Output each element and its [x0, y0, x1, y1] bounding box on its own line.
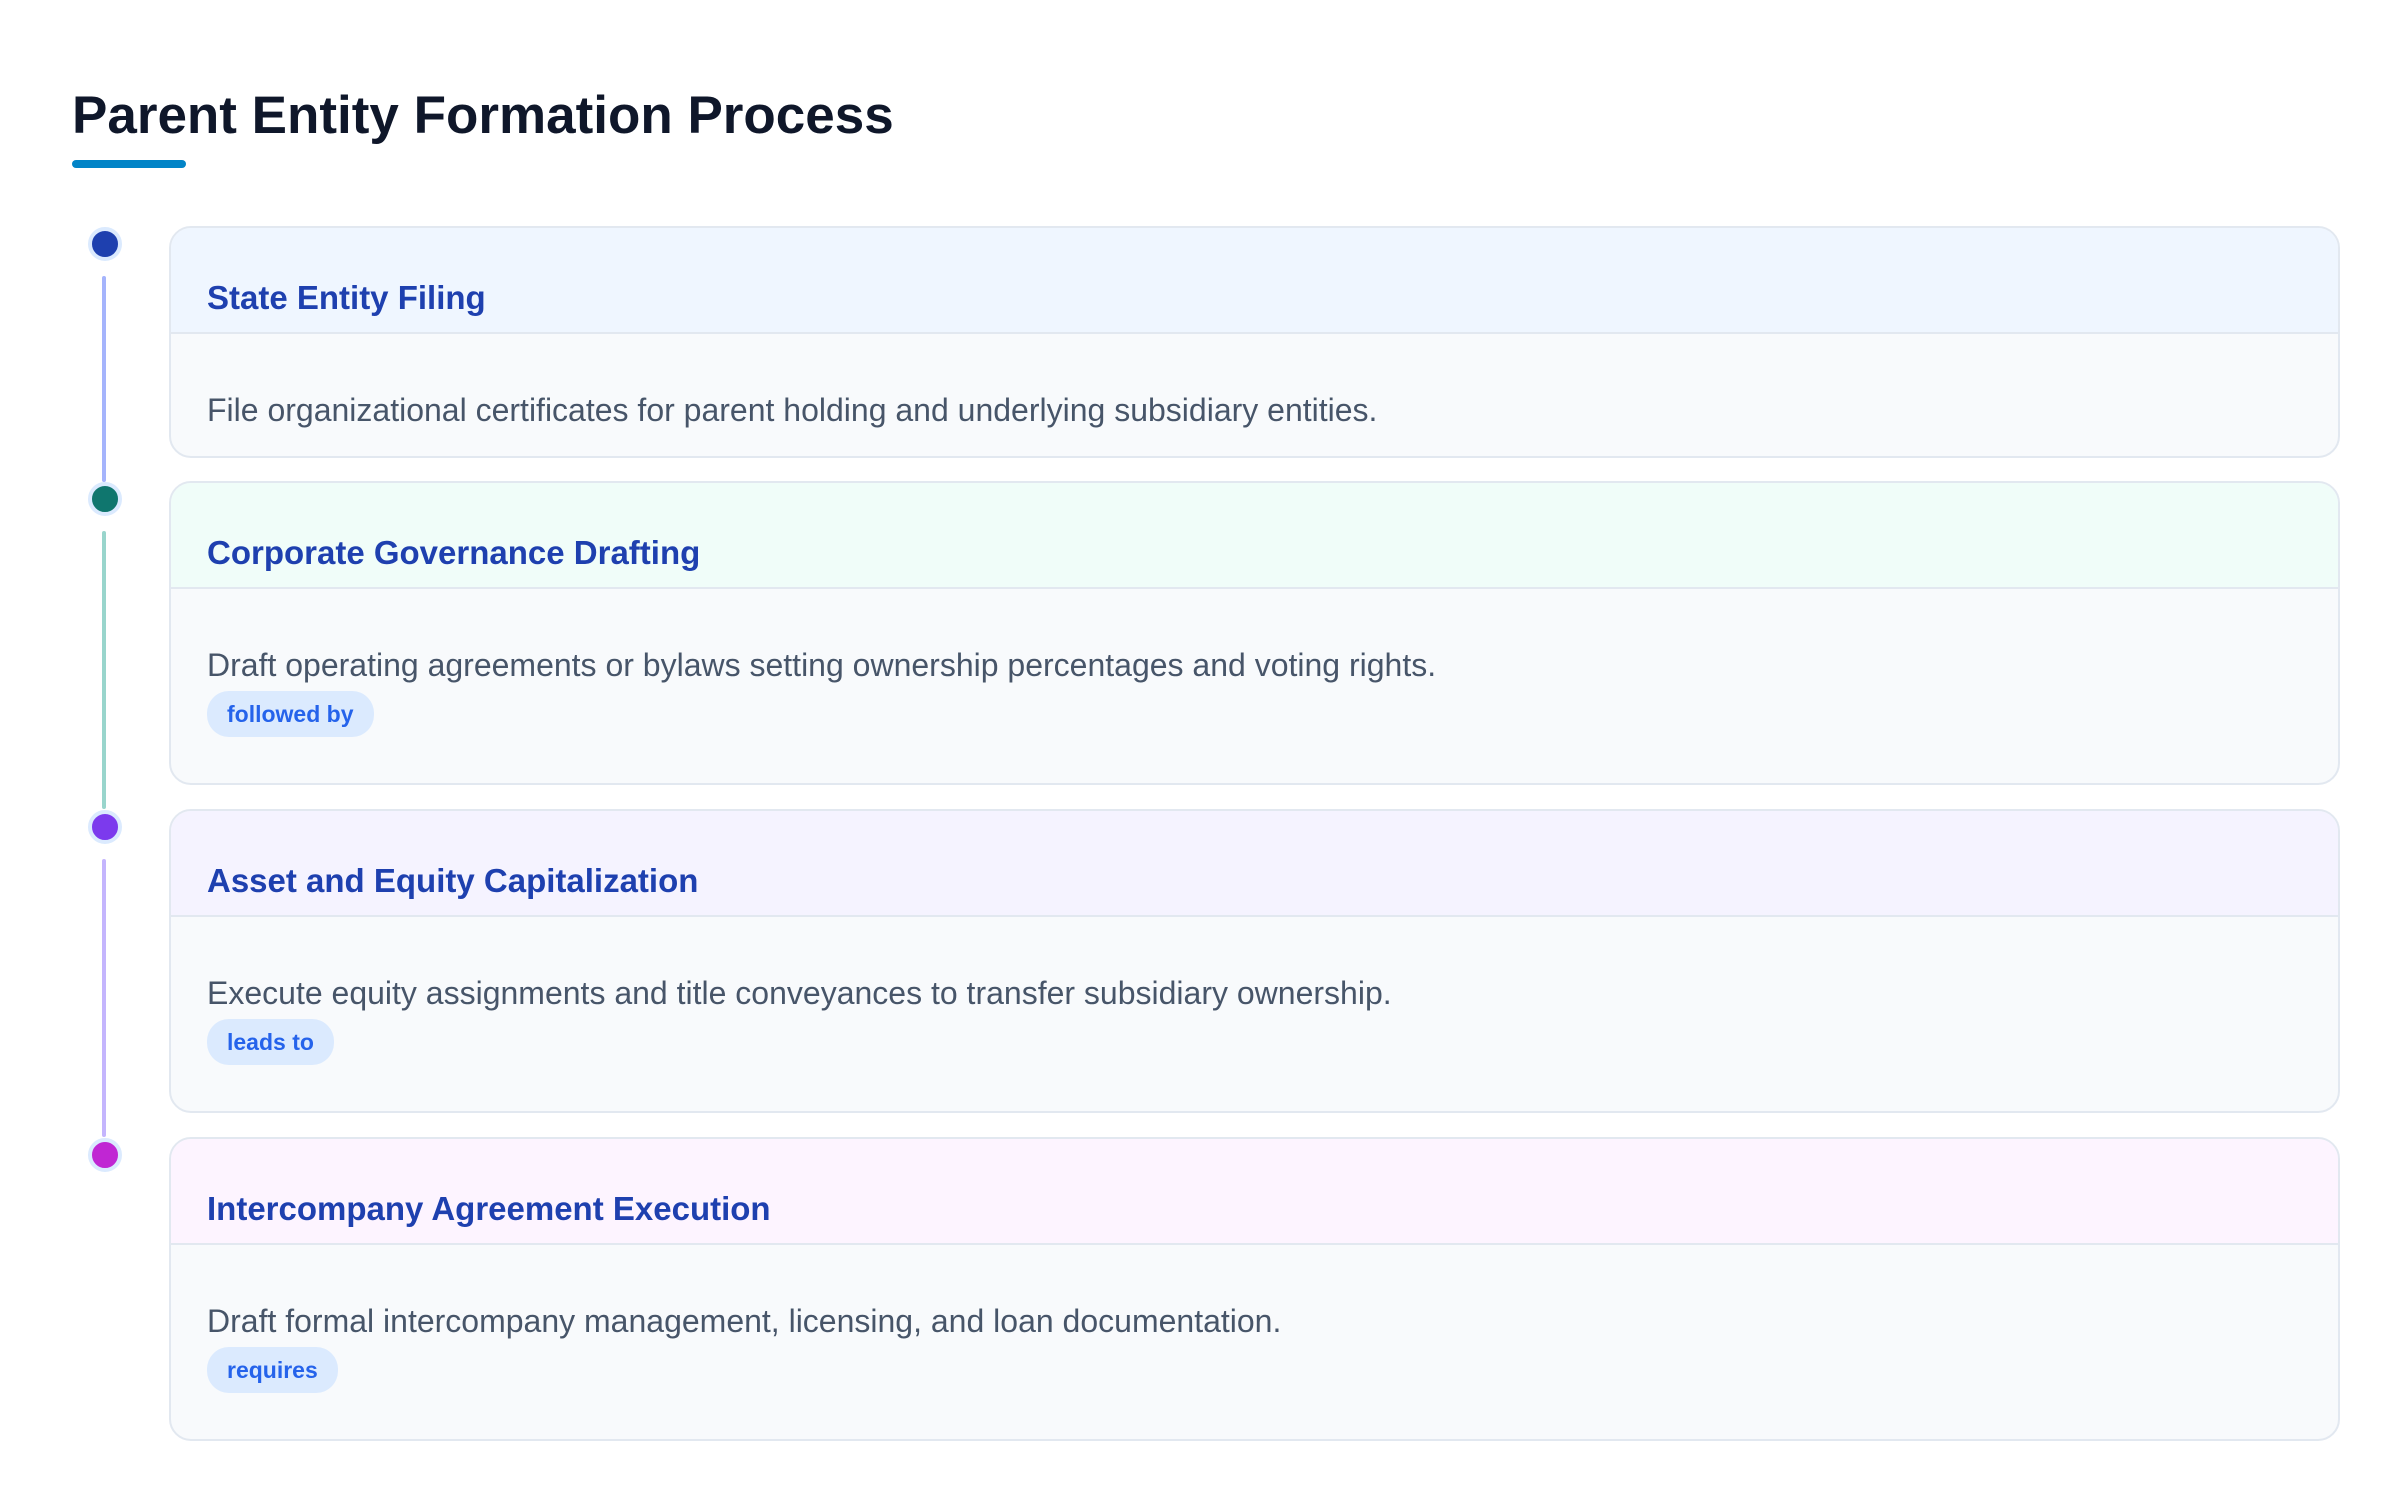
step-card-state-entity-filing[interactable]: State Entity Filing File organizational …	[169, 226, 2340, 458]
step-2-description: Draft operating agreements or bylaws set…	[207, 647, 1437, 683]
title-underline	[72, 160, 186, 168]
step-3-relation-badge: leads to	[207, 1019, 334, 1065]
step-1-description: File organizational certificates for par…	[207, 392, 1378, 428]
step-2-body: Draft operating agreements or bylaws set…	[171, 589, 2338, 737]
step-4-body: Draft formal intercompany management, li…	[171, 1245, 2338, 1393]
step-1-title: State Entity Filing	[207, 279, 486, 316]
step-card-corporate-governance-drafting[interactable]: Corporate Governance Drafting Draft oper…	[169, 481, 2340, 785]
step-1-header: State Entity Filing	[171, 228, 2338, 334]
step-2-dot	[88, 482, 122, 516]
step-1-body: File organizational certificates for par…	[171, 334, 2338, 428]
step-4-header: Intercompany Agreement Execution	[171, 1139, 2338, 1245]
step-1-dot	[88, 227, 122, 261]
step-2-connector	[102, 531, 106, 809]
step-4-description: Draft formal intercompany management, li…	[207, 1303, 1282, 1339]
step-3-dot	[88, 810, 122, 844]
step-3-header: Asset and Equity Capitalization	[171, 811, 2338, 917]
step-2-relation-badge: followed by	[207, 691, 374, 737]
step-4-dot	[88, 1138, 122, 1172]
step-4-relation-badge: requires	[207, 1347, 338, 1393]
step-3-description: Execute equity assignments and title con…	[207, 975, 1392, 1011]
step-card-intercompany-agreement-execution[interactable]: Intercompany Agreement Execution Draft f…	[169, 1137, 2340, 1441]
page-title: Parent Entity Formation Process	[72, 86, 894, 145]
step-2-title: Corporate Governance Drafting	[207, 534, 701, 571]
step-3-title: Asset and Equity Capitalization	[207, 862, 699, 899]
step-2-header: Corporate Governance Drafting	[171, 483, 2338, 589]
step-card-asset-equity-capitalization[interactable]: Asset and Equity Capitalization Execute …	[169, 809, 2340, 1113]
step-3-body: Execute equity assignments and title con…	[171, 917, 2338, 1065]
step-1-connector	[102, 276, 106, 482]
process-page: Parent Entity Formation Process State En…	[0, 0, 2400, 1500]
step-4-title: Intercompany Agreement Execution	[207, 1190, 771, 1227]
step-3-connector	[102, 859, 106, 1137]
